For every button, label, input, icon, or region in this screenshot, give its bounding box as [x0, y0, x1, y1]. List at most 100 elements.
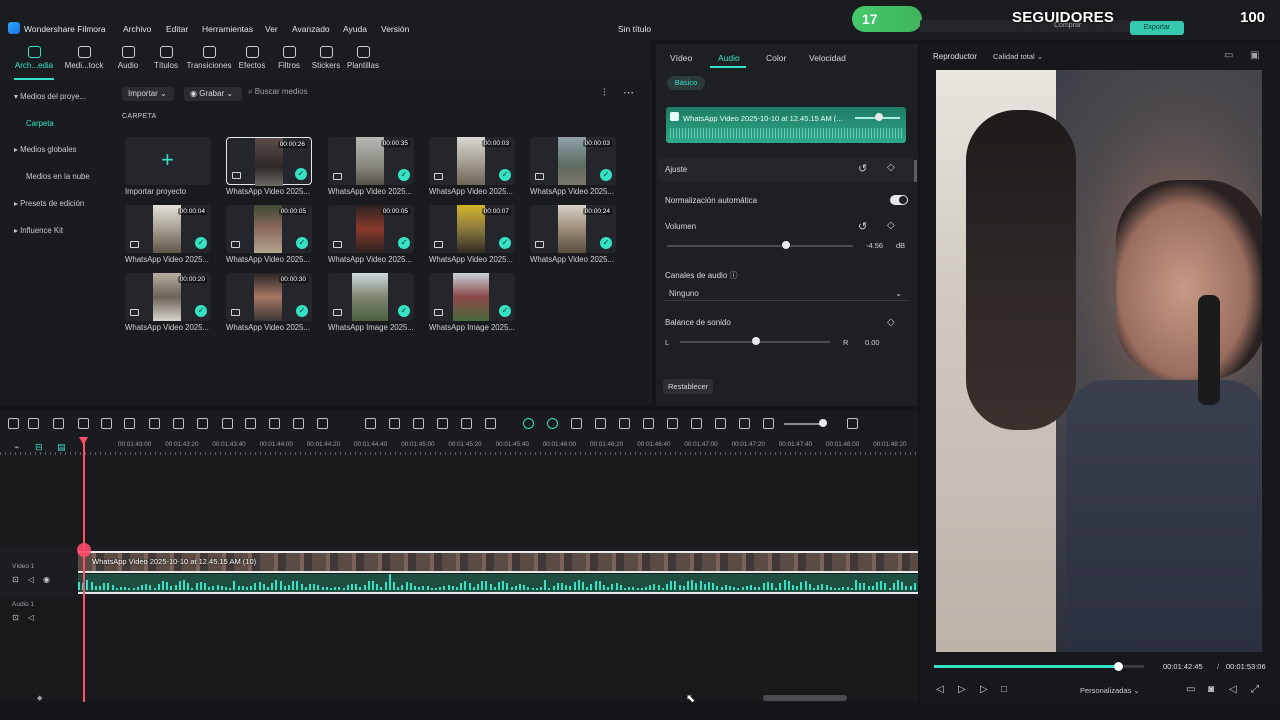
media-card[interactable]: ✓ [429, 273, 515, 321]
menu-ayuda[interactable]: Ayuda [343, 24, 367, 34]
undo-icon[interactable] [53, 418, 64, 429]
zoom-slider-knob[interactable] [819, 419, 827, 427]
mix-icon[interactable] [595, 418, 606, 429]
volume-slider[interactable] [667, 245, 853, 247]
beat-icon[interactable] [547, 418, 558, 429]
redo-icon[interactable] [78, 418, 89, 429]
tab-speed[interactable]: Velocidad [809, 53, 846, 63]
media-card[interactable]: 00:00:07 ✓ [429, 205, 515, 253]
more-options-icon[interactable]: ⋯ [623, 86, 634, 99]
compare-view-icon[interactable]: ▭ [1224, 50, 1233, 61]
sidebar-item-project-media[interactable]: ▾ Medios del proye... [14, 92, 86, 101]
track-mute-icon[interactable]: ◁ [28, 575, 34, 584]
mic-icon[interactable] [667, 418, 678, 429]
subtitle-icon[interactable] [715, 418, 726, 429]
display-mode-select[interactable]: Personalizadas ⌄ [1080, 686, 1140, 695]
record-dropdown[interactable]: ◉ Grabar ⌄ [184, 87, 242, 101]
audio-track-lock-icon[interactable]: ⊡ [12, 613, 19, 622]
media-search-input[interactable]: ⌕ Buscar medios [248, 87, 588, 101]
scene-icon[interactable] [571, 418, 582, 429]
track-manager-icon[interactable]: ▤ [57, 442, 66, 453]
quality-select[interactable]: Calidad total ⌄ [993, 52, 1043, 61]
snapshot-icon[interactable]: ▣ [1250, 50, 1259, 61]
panel-scrollbar[interactable] [914, 160, 917, 182]
timer-icon[interactable] [365, 418, 376, 429]
tab-filters[interactable]: Filtros [275, 46, 303, 78]
grid-icon[interactable] [847, 418, 858, 429]
tab-effects[interactable]: Efectos [236, 46, 268, 78]
more-tools-icon[interactable] [485, 418, 496, 429]
audio-mix-icon[interactable] [691, 418, 702, 429]
link-icon[interactable]: ⊟ [35, 442, 43, 453]
prev-frame-icon[interactable]: ◁ [936, 684, 944, 695]
speed-icon[interactable] [293, 418, 304, 429]
delete-icon[interactable] [101, 418, 112, 429]
shield-icon[interactable] [643, 418, 654, 429]
reset-button[interactable]: Restablecer [663, 379, 713, 394]
select-icon[interactable] [28, 418, 39, 429]
cut-icon[interactable] [124, 418, 135, 429]
volume-reset-icon[interactable]: ↺ [858, 220, 867, 233]
tab-project-media[interactable]: Arch...edia [14, 46, 54, 78]
menu-archivo[interactable]: Archivo [123, 24, 151, 34]
color-match-icon[interactable] [245, 418, 256, 429]
media-card[interactable]: 00:00:24 ✓ [530, 205, 616, 253]
split-icon[interactable] [173, 418, 184, 429]
fullscreen-icon[interactable]: ⤢ [1251, 684, 1259, 695]
reset-icon[interactable]: ↺ [858, 162, 867, 175]
text-icon[interactable] [197, 418, 208, 429]
player-tab[interactable]: Reproductor [933, 52, 977, 61]
volume-value[interactable]: -4.56 [866, 241, 883, 250]
sidebar-item-cloud-media[interactable]: Medios en la nube [26, 172, 90, 181]
media-card[interactable]: 00:00:20 ✓ [125, 273, 211, 321]
snap-icon[interactable]: ⌁ [14, 442, 19, 453]
media-card[interactable]: 00:00:35 ✓ [328, 137, 414, 185]
menu-version[interactable]: Versión [381, 24, 409, 34]
render-icon[interactable] [461, 418, 472, 429]
media-card[interactable]: 00:00:30 ✓ [226, 273, 312, 321]
audio-track-mute-icon[interactable]: ◁ [28, 613, 34, 622]
layout-icon[interactable] [8, 418, 19, 429]
export-button[interactable]: Exportar [1130, 21, 1184, 35]
menu-ver[interactable]: Ver [265, 24, 278, 34]
volume-icon[interactable]: ◁ [1229, 684, 1237, 695]
volume-slider-knob[interactable] [782, 241, 791, 249]
volume-keyframe-icon[interactable]: ◇ [887, 220, 895, 231]
freeze-icon[interactable] [389, 418, 400, 429]
zoom-in-icon[interactable] [763, 418, 774, 429]
menu-herramientas[interactable]: Herramientas [202, 24, 253, 34]
tab-audio[interactable]: Audio [113, 46, 143, 78]
menu-avanzado[interactable]: Avanzado [292, 24, 330, 34]
zoom-slider[interactable] [784, 423, 824, 425]
tab-audio[interactable]: Audio [718, 53, 740, 63]
mask-icon[interactable] [413, 418, 424, 429]
auto-normalize-toggle[interactable] [890, 195, 908, 205]
crop-icon[interactable] [149, 418, 160, 429]
basic-subtab[interactable]: Básico [667, 76, 705, 90]
media-card[interactable]: 00:00:03 ✓ [429, 137, 515, 185]
stop-icon[interactable]: □ [1001, 684, 1007, 695]
tab-templates[interactable]: Plantillas [346, 46, 380, 78]
tab-color[interactable]: Color [766, 53, 786, 63]
menu-editar[interactable]: Editar [166, 24, 188, 34]
sidebar-item-global-media[interactable]: ▸ Medios globales [14, 145, 76, 154]
audio-channels-select[interactable]: Ninguno ⌄ [665, 286, 908, 301]
zoom-out-icon[interactable] [739, 418, 750, 429]
timeline-audio-waveform[interactable] [78, 574, 918, 594]
balance-keyframe-icon[interactable]: ◇ [887, 317, 895, 328]
playback-progress-knob[interactable] [1114, 662, 1123, 671]
sidebar-item-folder[interactable]: Carpeta [26, 119, 54, 128]
tab-titles[interactable]: Títulos [150, 46, 182, 78]
media-card[interactable]: 00:00:05 ✓ [328, 205, 414, 253]
balance-value[interactable]: 0.00 [865, 338, 880, 347]
keyframe-icon[interactable]: ◇ [887, 162, 895, 173]
play-slow-icon[interactable]: ▷ [958, 684, 966, 695]
tab-stickers[interactable]: Stickers [310, 46, 342, 78]
split-screen-icon[interactable] [619, 418, 630, 429]
balance-slider-knob[interactable] [752, 337, 760, 345]
motion-icon[interactable] [269, 418, 280, 429]
monitor-icon[interactable]: ▭ [1186, 684, 1195, 695]
track-visibility-icon[interactable]: ◉ [43, 575, 50, 584]
media-card[interactable]: 00:00:04 ✓ [125, 205, 211, 253]
import-dropdown[interactable]: Importar ⌄ [122, 87, 174, 101]
